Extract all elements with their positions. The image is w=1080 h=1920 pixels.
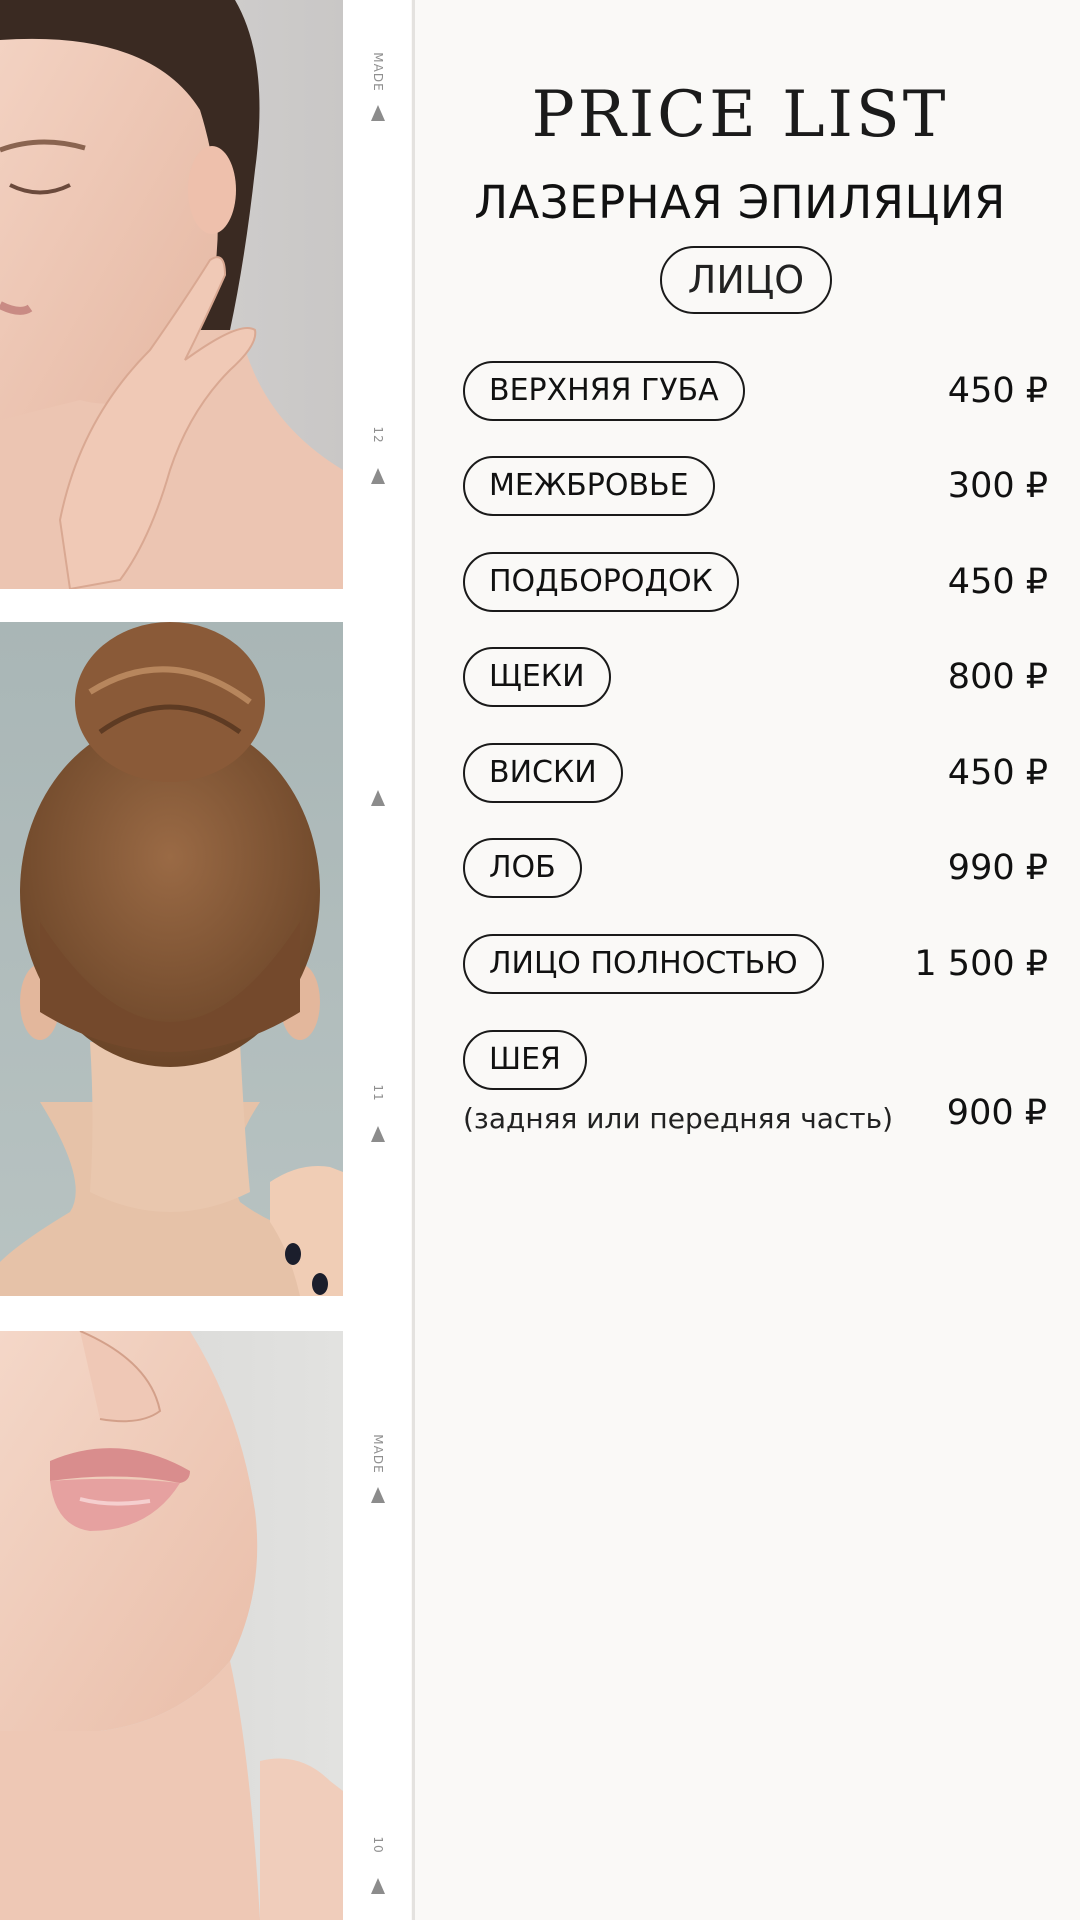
service-pill: ЩЕКИ xyxy=(463,647,611,707)
service-pill: ЛИЦО ПОЛНОСТЬЮ xyxy=(463,934,824,994)
photo-face-profile xyxy=(0,0,343,589)
price-row: ВЕРХНЯЯ ГУБА 450 ₽ xyxy=(463,361,1048,423)
triangle-icon xyxy=(371,105,385,121)
service-price: 450 ₽ xyxy=(947,371,1048,411)
price-row: ЛОБ 990 ₽ xyxy=(463,838,1048,900)
film-mark: MADE xyxy=(366,52,390,121)
price-row: ШЕЯ xyxy=(463,1030,1048,1092)
film-divider xyxy=(412,0,415,1920)
category-badge: ЛИЦО xyxy=(660,246,832,314)
price-row: ЩЕКИ 800 ₽ xyxy=(463,647,1048,709)
triangle-icon xyxy=(371,1126,385,1142)
service-pill: ВИСКИ xyxy=(463,743,623,803)
film-mark: 12 xyxy=(366,426,390,484)
triangle-icon xyxy=(371,1487,385,1503)
triangle-icon xyxy=(371,468,385,484)
service-price: 300 ₽ xyxy=(947,466,1048,506)
service-price: 450 ₽ xyxy=(947,562,1048,602)
service-price: 900 ₽ xyxy=(946,1093,1047,1133)
film-mark: 10 xyxy=(366,1836,390,1894)
triangle-icon xyxy=(371,1878,385,1894)
service-price: 450 ₽ xyxy=(947,753,1048,793)
page-title: PRICE LIST xyxy=(531,78,949,152)
film-mark: 11 xyxy=(366,1084,390,1142)
triangle-icon xyxy=(371,790,385,806)
service-pill: ПОДБОРОДОК xyxy=(463,552,739,612)
film-edge xyxy=(343,0,411,1920)
film-strip xyxy=(0,0,343,1920)
price-row: ПОДБОРОДОК 450 ₽ xyxy=(463,552,1048,614)
photo-neck-bun xyxy=(0,622,343,1296)
service-price: 990 ₽ xyxy=(947,848,1048,888)
service-price: 1 500 ₽ xyxy=(914,944,1048,984)
film-mark: MADE xyxy=(366,1434,390,1503)
price-row: МЕЖБРОВЬЕ 300 ₽ xyxy=(463,456,1048,518)
price-row: ЛИЦО ПОЛНОСТЬЮ 1 500 ₽ xyxy=(463,934,1048,996)
service-title: ЛАЗЕРНАЯ ЭПИЛЯЦИЯ xyxy=(474,176,1006,229)
service-note: (задняя или передняя часть) xyxy=(463,1102,894,1135)
service-pill: ВЕРХНЯЯ ГУБА xyxy=(463,361,745,421)
photo-lips xyxy=(0,1331,343,1920)
service-pill: МЕЖБРОВЬЕ xyxy=(463,456,715,516)
service-price: 800 ₽ xyxy=(947,657,1048,697)
service-pill: ШЕЯ xyxy=(463,1030,587,1090)
price-row: ВИСКИ 450 ₽ xyxy=(463,743,1048,805)
film-mark xyxy=(366,764,390,806)
service-pill: ЛОБ xyxy=(463,838,582,898)
